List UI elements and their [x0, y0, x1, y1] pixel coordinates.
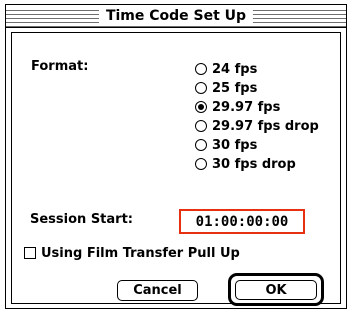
radio-button-icon[interactable] — [195, 158, 207, 170]
radio-button-icon[interactable] — [195, 139, 207, 151]
time-code-setup-dialog: Time Code Set Up Format: 24 fps 25 fps 2… — [5, 4, 347, 309]
film-transfer-label: Using Film Transfer Pull Up — [41, 245, 240, 261]
checkbox-icon[interactable] — [24, 247, 36, 259]
radio-button-icon[interactable] — [195, 101, 207, 113]
radio-29-97fps[interactable]: 29.97 fps — [195, 97, 280, 117]
dialog-title: Time Code Set Up — [98, 6, 254, 26]
session-start-label: Session Start: — [30, 212, 133, 227]
radio-29-97fps-drop-label: 29.97 fps drop — [212, 118, 319, 134]
radio-30fps-drop-label: 30 fps drop — [212, 156, 296, 172]
radio-25fps[interactable]: 25 fps — [195, 78, 257, 98]
radio-button-icon[interactable] — [195, 120, 207, 132]
radio-29-97fps-label: 29.97 fps — [212, 99, 281, 115]
radio-selected-dot — [198, 104, 204, 110]
radio-30fps-label: 30 fps — [212, 137, 258, 153]
radio-24fps-label: 24 fps — [212, 61, 258, 77]
session-start-value: 01:00:00:00 — [195, 213, 289, 230]
radio-30fps-drop[interactable]: 30 fps drop — [195, 154, 296, 174]
radio-25fps-label: 25 fps — [212, 80, 258, 96]
format-label: Format: — [31, 59, 89, 74]
film-transfer-pull-up-checkbox[interactable]: Using Film Transfer Pull Up — [24, 243, 240, 263]
radio-button-icon[interactable] — [195, 63, 207, 75]
session-start-field[interactable]: 01:00:00:00 — [179, 209, 305, 234]
title-bar[interactable]: Time Code Set Up — [6, 5, 346, 28]
radio-30fps[interactable]: 30 fps — [195, 135, 257, 155]
radio-button-icon[interactable] — [195, 82, 207, 94]
dialog-content: Format: 24 fps 25 fps 29.97 fps 29.97 fp… — [11, 32, 341, 304]
radio-29-97fps-drop[interactable]: 29.97 fps drop — [195, 116, 319, 136]
radio-24fps[interactable]: 24 fps — [195, 59, 257, 79]
ok-button[interactable]: OK — [235, 280, 317, 300]
cancel-button[interactable]: Cancel — [117, 280, 198, 301]
